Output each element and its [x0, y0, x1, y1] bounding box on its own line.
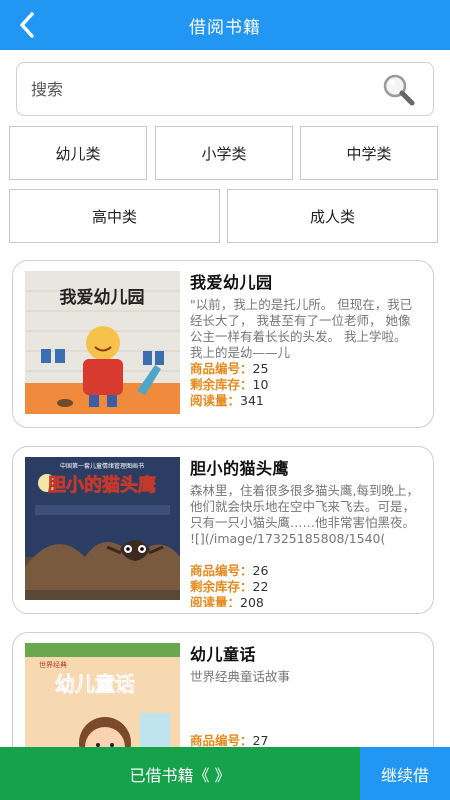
- book-reads-row: 阅读量：341: [190, 393, 421, 409]
- book-description: 世界经典童话故事: [190, 669, 291, 684]
- book-stock-label: 剩余库存：: [190, 579, 253, 594]
- search-box[interactable]: [16, 62, 434, 116]
- book-reads-label: 阅读量：: [190, 595, 241, 607]
- book-card[interactable]: 中国第一套儿童情绪管理图画书 胆小的猫头鹰 胆小的猫头鹰 森林里，住着很多很多猫…: [12, 446, 434, 614]
- book-cover: 中国第一套儿童情绪管理图画书 胆小的猫头鹰: [25, 457, 180, 600]
- book-description-extra: ![](/image/17325185808/1540(: [190, 531, 386, 546]
- cover-title: 我爱幼儿园: [60, 287, 145, 308]
- search-input[interactable]: [31, 79, 361, 99]
- book-id-value: 27: [252, 733, 269, 748]
- category-label: 中学类: [346, 144, 392, 163]
- continue-borrow-button[interactable]: 继续借: [360, 747, 450, 800]
- book-stock-row: 剩余库存：10: [190, 377, 421, 393]
- book-cover: 我爱幼儿园: [25, 271, 180, 414]
- book-stock-value: 22: [252, 579, 269, 594]
- chevron-left-icon: [20, 12, 34, 38]
- category-label: 小学类: [201, 144, 247, 163]
- book-description: "以前，我上的是托儿所。 但现在，我已经长大了， 我甚至有了一位老师， 她像公主…: [190, 297, 413, 360]
- book-stock-label: 剩余库存：: [190, 377, 253, 392]
- book-info: 我爱幼儿园 "以前，我上的是托儿所。 但现在，我已经长大了， 我甚至有了一位老师…: [190, 269, 421, 421]
- book-card[interactable]: 我爱幼儿园 我爱幼儿园 "以前，我上的是托儿所。 但现在，我已经长大了， 我甚至…: [12, 260, 434, 428]
- book-reads-value: 208: [240, 595, 264, 607]
- book-id-value: 25: [252, 361, 269, 376]
- book-id-row: 商品编号：26: [190, 563, 421, 579]
- book-id-label: 商品编号：: [190, 733, 253, 748]
- book-id-row: 商品编号：25: [190, 361, 421, 377]
- book-id-value: 26: [252, 563, 269, 578]
- category-middle-button[interactable]: 中学类: [300, 126, 438, 180]
- book-description-text: 森林里，住着很多很多猫头鹰,每到晚上，他们就会快乐地在空中飞来飞去。可是，只有一…: [190, 483, 419, 530]
- category-label: 成人类: [309, 207, 355, 226]
- book-title: 胆小的猫头鹰: [190, 459, 290, 478]
- category-adult-button[interactable]: 成人类: [227, 189, 438, 243]
- top-bar: 借阅书籍: [0, 0, 450, 50]
- back-button[interactable]: [12, 9, 42, 41]
- book-title: 幼儿童话: [190, 645, 257, 664]
- book-title: 我爱幼儿园: [190, 273, 273, 292]
- borrowed-books-button[interactable]: 已借书籍《 》: [0, 747, 360, 800]
- book-info: 胆小的猫头鹰 森林里，住着很多很多猫头鹰,每到晚上，他们就会快乐地在空中飞来飞去…: [190, 455, 421, 607]
- bottom-bar: 已借书籍《 》 继续借: [0, 747, 450, 800]
- category-label: 高中类: [91, 207, 137, 226]
- category-label: 幼儿类: [55, 144, 101, 163]
- cover-title: 幼儿童话: [55, 672, 135, 696]
- category-primary-button[interactable]: 小学类: [155, 126, 293, 180]
- page-title: 借阅书籍: [189, 17, 261, 38]
- book-id-label: 商品编号：: [190, 361, 253, 376]
- book-description: 森林里，住着很多很多猫头鹰,每到晚上，他们就会快乐地在空中飞来飞去。可是，只有一…: [190, 483, 421, 563]
- book-reads-row: 阅读量：208: [190, 595, 421, 607]
- book-id-label: 商品编号：: [190, 563, 253, 578]
- cover-series: 中国第一套儿童情绪管理图画书: [60, 462, 144, 470]
- category-kindergarten-button[interactable]: 幼儿类: [9, 126, 147, 180]
- book-stock-value: 10: [252, 377, 269, 392]
- cover-series: 世界经典: [39, 660, 67, 669]
- book-stock-row: 剩余库存：22: [190, 579, 421, 595]
- cover-title: 胆小的猫头鹰: [47, 474, 156, 496]
- book-reads-value: 341: [240, 393, 264, 408]
- category-high-button[interactable]: 高中类: [9, 189, 220, 243]
- book-reads-label: 阅读量：: [190, 393, 241, 408]
- magnifier-icon[interactable]: [381, 73, 415, 107]
